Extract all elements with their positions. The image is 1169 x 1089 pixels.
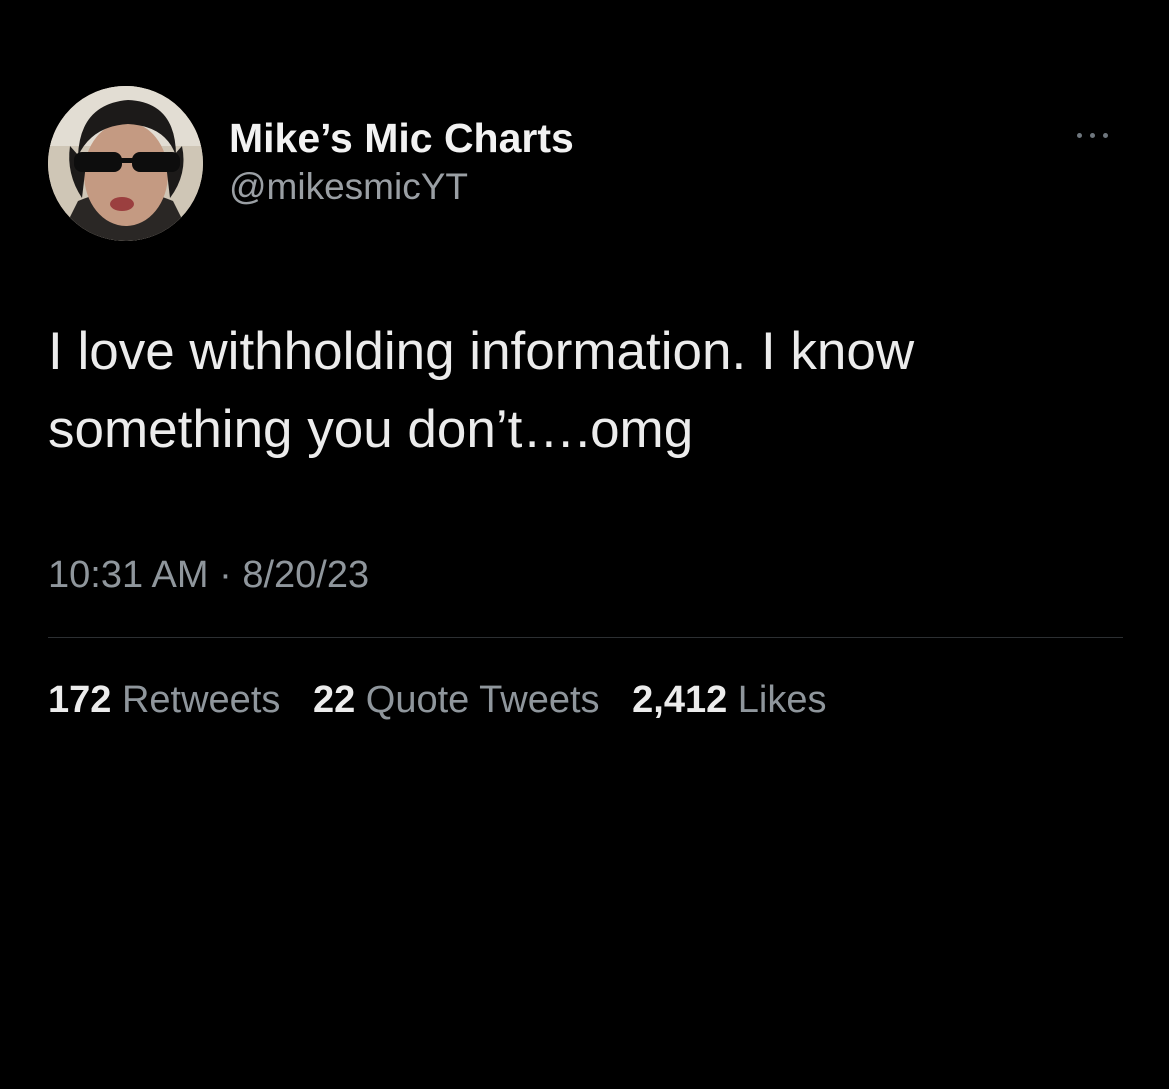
avatar[interactable] [48,86,203,241]
likes-count: 2,412 [632,679,728,721]
engagement-stats: 172 Retweets 22 Quote Tweets 2,412 Likes [48,676,849,724]
tweet-text: I love withholding information. I know s… [48,322,915,459]
quote-tweets-count: 22 [312,679,356,721]
retweets-label: Retweets [121,679,281,721]
quote-tweets-stat[interactable]: 22 Quote Tweets [313,676,600,724]
tweet-detail: Mike’s Mic Charts @mikesmicYT I love wit… [0,0,1169,1089]
tweet-date: 8/20/23 [242,554,370,596]
tweet-timestamp[interactable]: 10:31 AM · 8/20/23 [48,552,369,598]
tweet-time: 10:31 AM [48,554,209,596]
divider [48,637,1123,638]
quote-tweets-label: Quote Tweets [365,679,600,721]
likes-label: Likes [737,679,827,721]
likes-stat[interactable]: 2,412 Likes [632,676,826,724]
display-name[interactable]: Mike’s Mic Charts [229,114,574,162]
tweet-header: Mike’s Mic Charts @mikesmicYT [48,86,1123,242]
author-names: Mike’s Mic Charts @mikesmicYT [229,114,574,210]
avatar-photo [48,86,203,241]
timestamp-separator: · [219,554,232,596]
more-horizontal-icon[interactable] [1073,126,1113,146]
retweets-count: 172 [48,679,112,721]
retweets-stat[interactable]: 172 Retweets [48,676,280,724]
user-handle[interactable]: @mikesmicYT [229,164,574,210]
